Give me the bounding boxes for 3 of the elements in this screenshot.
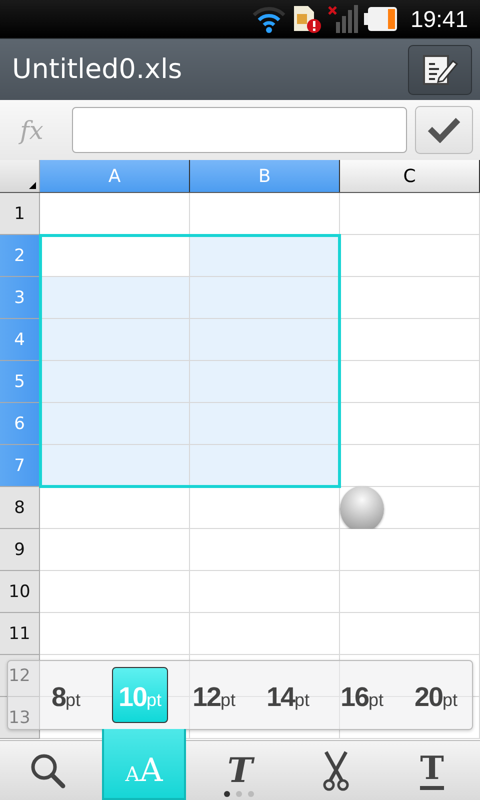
clock-time: 19:41 xyxy=(410,6,468,32)
document-title: Untitled0.xls xyxy=(12,54,182,85)
function-label: fx xyxy=(20,116,44,144)
